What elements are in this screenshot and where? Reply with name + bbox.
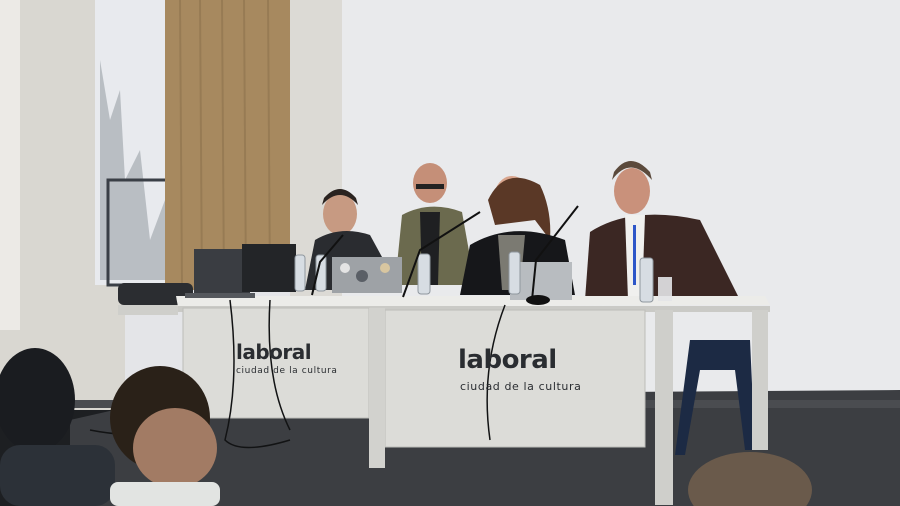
- banner-right: [384, 309, 646, 448]
- conference-panel-photo: laboral ciudad de la cultura laboral ciu…: [0, 0, 900, 506]
- banner-right-tagline: ciudad de la cultura: [460, 380, 582, 393]
- banner-left-tagline: ciudad de la cultura: [236, 366, 338, 376]
- table-leg: [655, 310, 673, 505]
- banner-right-brand: laboral: [458, 345, 557, 375]
- glass: [658, 277, 672, 301]
- laptop-3: [332, 257, 402, 293]
- scene-illustration: [0, 0, 900, 506]
- laptop-2: [242, 244, 296, 292]
- banner-left-brand: laboral: [236, 340, 312, 364]
